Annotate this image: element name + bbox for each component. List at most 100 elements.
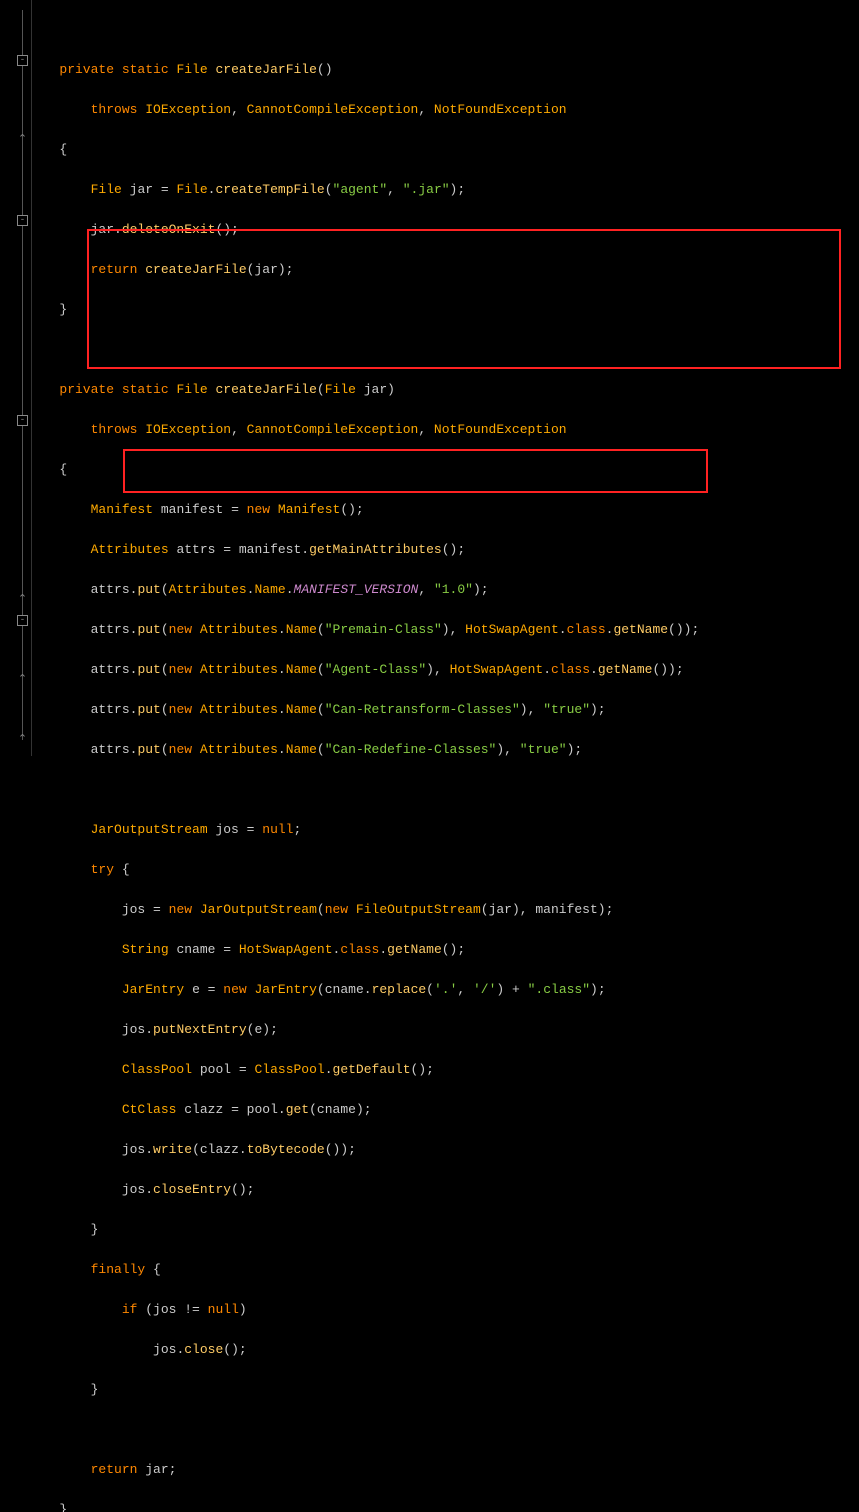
keyword: class <box>567 622 606 637</box>
keyword: class <box>551 662 590 677</box>
variable: pool <box>247 1102 278 1117</box>
fold-marker[interactable]: - <box>17 615 28 626</box>
variable: jos <box>122 1022 145 1037</box>
variable: e <box>254 1022 262 1037</box>
variable: clazz <box>200 1142 239 1157</box>
variable: attrs <box>176 542 215 557</box>
type: NotFoundException <box>434 102 567 117</box>
variable: clazz <box>184 1102 223 1117</box>
type: Name <box>286 742 317 757</box>
keyword: null <box>262 822 293 837</box>
variable: attrs <box>91 582 130 597</box>
variable: jos <box>215 822 238 837</box>
type: JarOutputStream <box>200 902 317 917</box>
keyword: new <box>223 982 246 997</box>
type: String <box>122 942 169 957</box>
type: Attributes <box>200 622 278 637</box>
fold-close-icon: ⌃ <box>17 735 28 746</box>
type: File <box>176 382 207 397</box>
keyword: static <box>122 62 169 77</box>
type: NotFoundException <box>434 422 567 437</box>
variable: jar <box>91 222 114 237</box>
keyword: if <box>122 1302 138 1317</box>
fold-marker[interactable]: - <box>17 55 28 66</box>
keyword: private <box>59 382 114 397</box>
variable: jar <box>254 262 277 277</box>
type: CannotCompileException <box>247 422 419 437</box>
type: FileOutputStream <box>356 902 481 917</box>
string-literal: ".jar" <box>403 182 450 197</box>
variable: jos <box>122 902 145 917</box>
type: ClassPool <box>122 1062 192 1077</box>
variable: manifest <box>161 502 223 517</box>
string-literal: "Agent-Class" <box>325 662 426 677</box>
type: Manifest <box>91 502 153 517</box>
type: Attributes <box>91 542 169 557</box>
string-literal: "1.0" <box>434 582 473 597</box>
method-call: createTempFile <box>215 182 324 197</box>
keyword: throws <box>91 102 138 117</box>
type: File <box>176 62 207 77</box>
keyword: new <box>169 742 192 757</box>
method-call: createJarFile <box>145 262 246 277</box>
keyword: new <box>247 502 270 517</box>
keyword: new <box>325 902 348 917</box>
type: JarEntry <box>255 982 317 997</box>
method-call: close <box>184 1342 223 1357</box>
method-call: putNextEntry <box>153 1022 247 1037</box>
keyword: static <box>122 382 169 397</box>
string-literal: "Can-Redefine-Classes" <box>325 742 497 757</box>
variable: attrs <box>91 622 130 637</box>
type: CannotCompileException <box>247 102 419 117</box>
type: IOException <box>145 102 231 117</box>
keyword: new <box>169 622 192 637</box>
variable: manifest <box>535 902 597 917</box>
type: Attributes <box>200 742 278 757</box>
type: HotSwapAgent <box>465 622 559 637</box>
keyword: private <box>59 62 114 77</box>
type: Name <box>286 622 317 637</box>
code-area[interactable]: private static File createJarFile() thro… <box>32 0 699 756</box>
keyword: finally <box>91 1262 146 1277</box>
keyword: new <box>169 902 192 917</box>
string-literal: "Can-Retransform-Classes" <box>325 702 520 717</box>
fold-close-icon: ⌃ <box>17 675 28 686</box>
string-literal: "agent" <box>333 182 388 197</box>
variable: attrs <box>91 702 130 717</box>
fold-marker[interactable]: - <box>17 215 28 226</box>
variable: jos <box>122 1142 145 1157</box>
fold-marker[interactable]: - <box>17 415 28 426</box>
keyword: return <box>91 262 138 277</box>
variable: e <box>192 982 200 997</box>
variable: attrs <box>91 662 130 677</box>
type: Attributes <box>200 702 278 717</box>
keyword: throws <box>91 422 138 437</box>
variable: jos <box>153 1342 176 1357</box>
method-call: deleteOnExit <box>122 222 216 237</box>
variable: cname <box>325 982 364 997</box>
method-call: put <box>137 702 160 717</box>
keyword: return <box>91 1462 138 1477</box>
type: JarOutputStream <box>91 822 208 837</box>
keyword: new <box>169 662 192 677</box>
editor-gutter: - ⌃ - - ⌃ - ⌃ ⌃ <box>0 0 32 756</box>
variable: jar <box>145 1462 168 1477</box>
type: Name <box>286 662 317 677</box>
method-call: getName <box>387 942 442 957</box>
string-literal: "true" <box>543 702 590 717</box>
code-editor: - ⌃ - - ⌃ - ⌃ ⌃ private static File crea… <box>0 0 859 756</box>
method-call: getName <box>598 662 653 677</box>
method-name: createJarFile <box>215 382 316 397</box>
variable: jos <box>153 1302 176 1317</box>
fold-close-icon: ⌃ <box>17 595 28 606</box>
method-call: put <box>137 622 160 637</box>
type: JarEntry <box>122 982 184 997</box>
method-call: get <box>286 1102 309 1117</box>
type: File <box>325 382 356 397</box>
type: Name <box>286 702 317 717</box>
method-call: put <box>137 582 160 597</box>
method-call: put <box>137 742 160 757</box>
type: HotSwapAgent <box>450 662 544 677</box>
keyword: null <box>208 1302 239 1317</box>
string-literal: "Premain-Class" <box>325 622 442 637</box>
